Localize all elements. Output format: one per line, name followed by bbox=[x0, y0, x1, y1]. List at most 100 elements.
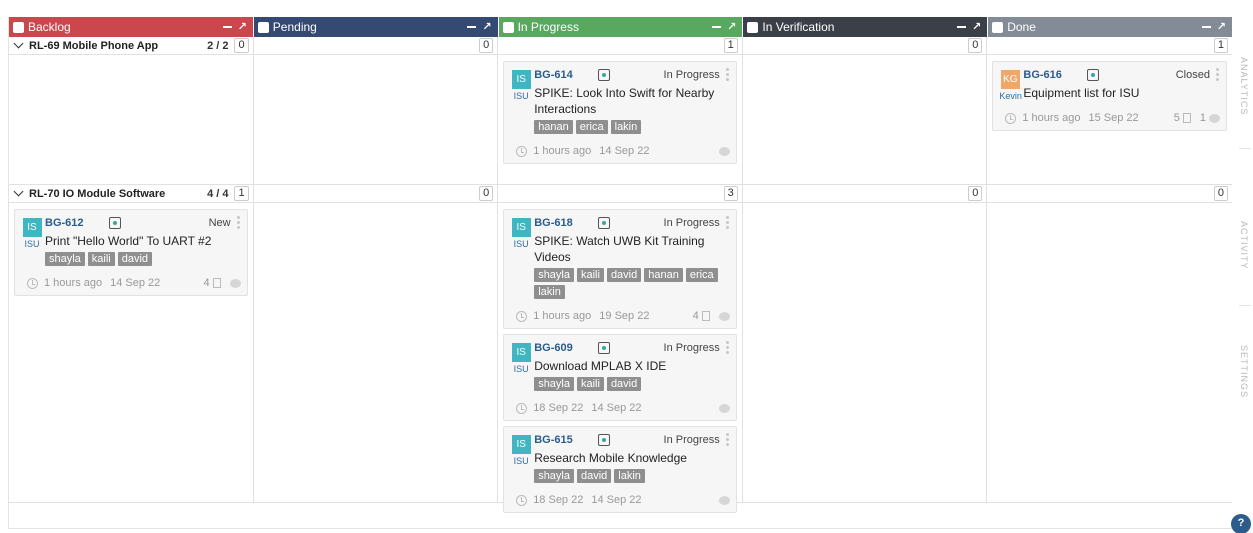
column-cell: KG Kevin BG-616 Closed Equipment list for IS… bbox=[987, 55, 1232, 184]
assignee-tag[interactable]: shayla bbox=[534, 268, 574, 282]
collapse-icon[interactable] bbox=[222, 26, 232, 28]
column-select-checkbox[interactable] bbox=[992, 21, 1004, 33]
task-card[interactable]: IS ISU BG-612 New Print "Hello World" To UAR… bbox=[14, 209, 248, 296]
assignee-tag[interactable]: lakin bbox=[610, 120, 642, 134]
avatar-initials: IS bbox=[22, 218, 42, 237]
task-card[interactable]: IS ISU BG-615 In Progress Research Mobile Kn… bbox=[503, 426, 737, 513]
column-card-count: 1 bbox=[1213, 38, 1228, 53]
task-card[interactable]: IS ISU BG-609 In Progress Download MPLAB X I… bbox=[503, 334, 737, 421]
task-card[interactable]: IS ISU BG-618 In Progress SPIKE: Watch UWB K… bbox=[503, 209, 737, 329]
more-options-icon[interactable] bbox=[725, 216, 729, 231]
assignee-tag[interactable]: kaili bbox=[87, 252, 115, 266]
assignee-tag[interactable]: shayla bbox=[534, 469, 574, 483]
card-footer: 1 hours ago 14 Sep 22 4 bbox=[27, 276, 241, 290]
settings-tab[interactable]: SETTINGS bbox=[1239, 345, 1249, 398]
column-select-checkbox[interactable] bbox=[257, 21, 269, 33]
more-options-icon[interactable] bbox=[725, 433, 729, 448]
avatar[interactable]: KG Kevin bbox=[999, 70, 1022, 101]
owner-name: ISU bbox=[513, 456, 529, 466]
task-type-icon bbox=[598, 342, 611, 354]
assignee-tag[interactable]: david bbox=[576, 469, 612, 483]
assignee-tag[interactable]: hanan bbox=[534, 120, 573, 134]
swimlane-progress: 4 / 4 bbox=[207, 187, 229, 200]
card-id-link[interactable]: BG-614 bbox=[534, 69, 598, 81]
kanban-board: Backlog ↗ Pending ↗ In Progress ↗ In Verificat… bbox=[8, 17, 1232, 529]
comment-count: 1 bbox=[1199, 112, 1206, 124]
column-card-count: 0 bbox=[479, 38, 494, 53]
assignee-tag[interactable]: lakin bbox=[614, 469, 645, 483]
clock-icon bbox=[516, 145, 528, 157]
more-options-icon[interactable] bbox=[1215, 68, 1219, 83]
column-cell bbox=[254, 55, 499, 184]
column-card-count: 1 bbox=[723, 38, 738, 53]
column-select-checkbox[interactable] bbox=[747, 21, 759, 33]
comment-icon[interactable] bbox=[718, 403, 730, 413]
lane-count-cell: 0 bbox=[743, 185, 988, 202]
comment-icon[interactable] bbox=[718, 311, 730, 321]
avatar[interactable]: IS ISU bbox=[510, 435, 532, 466]
card-id-link[interactable]: BG-618 bbox=[534, 217, 598, 229]
assignee-tag[interactable]: shayla bbox=[45, 252, 85, 266]
assignee-tag[interactable]: kaili bbox=[576, 268, 604, 282]
column-select-checkbox[interactable] bbox=[502, 21, 514, 33]
avatar-initials: KG bbox=[1000, 70, 1020, 89]
collapse-icon[interactable] bbox=[956, 26, 966, 28]
assignee-tag[interactable]: david bbox=[117, 252, 153, 266]
collapse-icon[interactable] bbox=[467, 26, 477, 28]
expand-icon[interactable]: ↗ bbox=[482, 21, 491, 33]
more-options-icon[interactable] bbox=[725, 341, 729, 356]
swimlane-toggle[interactable]: RL-69 Mobile Phone App bbox=[13, 38, 207, 52]
sidebar-divider bbox=[1239, 148, 1251, 149]
card-date: 19 Sep 22 bbox=[599, 310, 650, 322]
card-age: 1 hours ago bbox=[533, 145, 592, 157]
task-card[interactable]: IS ISU BG-614 In Progress SPIKE: Look Into S… bbox=[503, 61, 737, 164]
assignee-tag[interactable]: david bbox=[606, 268, 642, 282]
collapse-icon[interactable] bbox=[712, 26, 722, 28]
expand-icon[interactable]: ↗ bbox=[972, 21, 981, 33]
analytics-tab[interactable]: ANALYTICS bbox=[1239, 57, 1249, 115]
assignee-tag[interactable]: erica bbox=[575, 120, 608, 134]
avatar-initials: IS bbox=[511, 218, 531, 237]
collapse-icon[interactable] bbox=[1201, 26, 1211, 28]
comment-icon[interactable] bbox=[229, 278, 241, 288]
task-type-icon bbox=[598, 69, 611, 81]
avatar[interactable]: IS ISU bbox=[510, 218, 532, 249]
bookmark-icon bbox=[701, 311, 710, 321]
assignee-tag[interactable]: erica bbox=[685, 268, 718, 282]
assignee-tag[interactable]: lakin bbox=[534, 285, 565, 299]
more-options-icon[interactable] bbox=[725, 68, 729, 83]
column-select-checkbox[interactable] bbox=[13, 21, 24, 33]
card-id-link[interactable]: BG-615 bbox=[534, 434, 598, 446]
assignee-tag[interactable]: shayla bbox=[534, 377, 574, 391]
card-id-link[interactable]: BG-612 bbox=[45, 217, 109, 229]
expand-icon[interactable]: ↗ bbox=[1217, 21, 1226, 33]
assignee-tag[interactable]: david bbox=[606, 377, 642, 391]
tag-list: shayla kaili david bbox=[534, 377, 730, 391]
task-card[interactable]: KG Kevin BG-616 Closed Equipment list for IS… bbox=[992, 61, 1227, 131]
swimlane-toggle[interactable]: RL-70 IO Module Software bbox=[13, 186, 207, 200]
avatar[interactable]: IS ISU bbox=[510, 70, 532, 101]
column-title: In Verification bbox=[762, 20, 835, 34]
comment-icon[interactable] bbox=[718, 146, 730, 156]
swimlane-header: RL-69 Mobile Phone App 2 / 2 0 0 1 0 1 bbox=[9, 37, 1232, 55]
comment-icon[interactable] bbox=[718, 495, 730, 505]
comment-icon[interactable] bbox=[1208, 113, 1220, 123]
avatar[interactable]: IS ISU bbox=[510, 343, 532, 374]
help-button[interactable]: ? bbox=[1231, 514, 1251, 533]
avatar[interactable]: IS ISU bbox=[21, 218, 43, 249]
activity-tab[interactable]: ACTIVITY bbox=[1239, 221, 1249, 270]
card-id-link[interactable]: BG-616 bbox=[1023, 69, 1087, 81]
column-cell: IS ISU BG-612 New Print "Hello World" To UAR… bbox=[9, 203, 254, 502]
tag-list: shayla kaili david hanan erica lakin bbox=[534, 268, 730, 299]
column-header: In Verification ↗ bbox=[743, 17, 988, 37]
bookmark-icon bbox=[212, 278, 221, 288]
expand-icon[interactable]: ↗ bbox=[727, 21, 736, 33]
assignee-tag[interactable]: hanan bbox=[644, 268, 683, 282]
expand-icon[interactable]: ↗ bbox=[238, 21, 247, 33]
assignee-tag[interactable]: kaili bbox=[576, 377, 604, 391]
more-options-icon[interactable] bbox=[236, 216, 240, 231]
status-badge: In Progress bbox=[663, 217, 720, 229]
card-footer: 18 Sep 22 14 Sep 22 bbox=[516, 493, 730, 507]
column-card-count: 3 bbox=[723, 186, 738, 201]
card-id-link[interactable]: BG-609 bbox=[534, 342, 598, 354]
